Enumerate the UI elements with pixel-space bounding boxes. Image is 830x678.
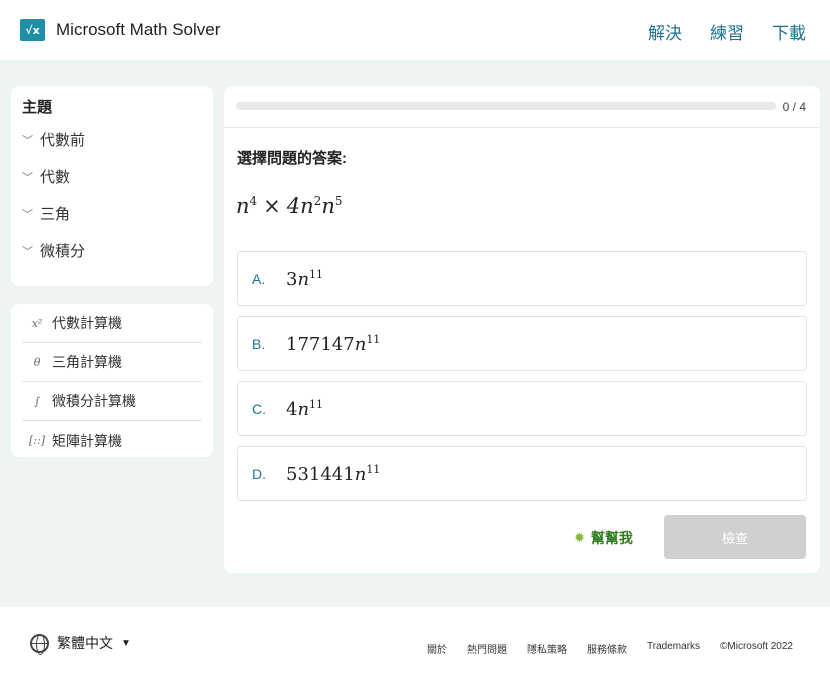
option-var: n — [354, 333, 367, 355]
divider — [224, 127, 820, 128]
answer-options: A. 3n11 B. 177147n11 C. 4n11 D. 531441n1… — [237, 251, 807, 511]
expr-term: 4n — [286, 194, 314, 218]
nav-solve[interactable]: 解決 — [648, 19, 682, 44]
option-var: n — [297, 398, 310, 420]
expr-operator: × — [263, 194, 281, 218]
answer-option-c[interactable]: C. 4n11 — [237, 381, 807, 436]
expr-exponent: 4 — [249, 194, 258, 208]
option-coef: 3 — [286, 268, 298, 290]
topic-algebra[interactable]: ﹀ 代數 — [22, 156, 202, 197]
option-letter: D. — [252, 465, 266, 482]
x-squared-icon: x² — [31, 316, 43, 330]
app-title[interactable]: Microsoft Math Solver — [56, 20, 220, 40]
tool-label: 矩陣計算機 — [52, 432, 122, 449]
footer: 繁體中文 ▼ 關於 熱門問題 隱私策略 服務條款 Trademarks ©Mic… — [0, 607, 830, 678]
topic-calculus[interactable]: ﹀ 微積分 — [22, 230, 202, 271]
topic-trigonometry[interactable]: ﹀ 三角 — [22, 193, 202, 234]
topics-title: 主題 — [22, 99, 53, 116]
language-label: 繁體中文 — [57, 635, 113, 651]
tool-label: 三角計算機 — [52, 354, 122, 370]
option-exponent: 11 — [366, 332, 381, 346]
topics-panel: 主題 ﹀ 代數前 ﹀ 代數 ﹀ 三角 ﹀ 微積分 — [11, 86, 213, 286]
expr-term: n — [321, 194, 335, 218]
topic-label: 代數前 — [40, 132, 86, 149]
footer-link-terms[interactable]: 服務條款 — [587, 641, 627, 656]
answer-option-a[interactable]: A. 3n11 — [237, 251, 807, 306]
tool-matrix-calculator[interactable]: [::] 矩陣計算機 — [22, 421, 202, 460]
footer-link-faq[interactable]: 熱門問題 — [467, 641, 507, 656]
answer-option-d[interactable]: D. 531441n11 — [237, 446, 807, 501]
option-letter: C. — [252, 400, 266, 417]
question-expression: n4 × 4n2n5 — [236, 194, 342, 218]
topic-label: 微積分 — [40, 243, 86, 260]
top-header: √x Microsoft Math Solver 解決 練習 下載 — [0, 0, 830, 60]
option-coef: 177147 — [286, 333, 355, 355]
tool-calculus-calculator[interactable]: ∫ 微積分計算機 — [22, 382, 202, 421]
tool-trig-calculator[interactable]: θ 三角計算機 — [22, 343, 202, 382]
option-coef: 531441 — [286, 463, 355, 485]
top-nav: 解決 練習 下載 — [648, 19, 806, 44]
option-coef: 4 — [286, 398, 298, 420]
option-exponent: 11 — [366, 462, 381, 476]
option-var: n — [297, 268, 310, 290]
option-exponent: 11 — [309, 267, 324, 281]
language-selector[interactable]: 繁體中文 ▼ — [30, 633, 131, 655]
footer-link-about[interactable]: 關於 — [427, 641, 447, 656]
nav-practice[interactable]: 練習 — [710, 19, 744, 44]
option-var: n — [354, 463, 367, 485]
chevron-down-icon: ﹀ — [22, 245, 33, 258]
nav-download[interactable]: 下載 — [772, 19, 806, 44]
matrix-icon: [::] — [29, 434, 45, 447]
option-exponent: 11 — [309, 397, 324, 411]
topic-label: 代數 — [40, 169, 71, 186]
answer-option-b[interactable]: B. 177147n11 — [237, 316, 807, 371]
check-button[interactable]: 檢查 — [664, 515, 806, 559]
calculators-panel: x² 代數計算機 θ 三角計算機 ∫ 微積分計算機 [::] 矩陣計算機 — [11, 304, 213, 457]
option-value: 4n11 — [286, 398, 323, 420]
footer-link-trademarks[interactable]: Trademarks — [647, 641, 700, 656]
integral-icon: ∫ — [34, 394, 40, 408]
tool-algebra-calculator[interactable]: x² 代數計算機 — [22, 304, 202, 343]
chevron-down-icon: ﹀ — [22, 171, 33, 184]
caret-down-icon: ▼ — [121, 637, 131, 649]
globe-icon — [30, 633, 49, 655]
theta-icon: θ — [33, 355, 41, 369]
option-letter: A. — [252, 270, 266, 287]
expr-term: n — [236, 194, 250, 218]
help-me-button[interactable]: ✹ 幫幫我 — [574, 528, 633, 548]
tool-label: 微積分計算機 — [52, 393, 136, 409]
chevron-down-icon: ﹀ — [22, 208, 33, 221]
topic-label: 三角 — [40, 206, 71, 223]
option-letter: B. — [252, 335, 266, 352]
question-prompt: 選擇問題的答案: — [237, 150, 347, 167]
chevron-down-icon: ﹀ — [22, 134, 33, 147]
expr-exponent: 5 — [334, 194, 343, 208]
footer-link-privacy[interactable]: 隱私策略 — [527, 641, 567, 656]
option-value: 177147n11 — [286, 333, 380, 355]
progress-bar — [236, 102, 776, 110]
math-solver-logo-icon[interactable]: √x — [20, 19, 45, 41]
quiz-card: 0 / 4 選擇問題的答案: n4 × 4n2n5 A. 3n11 B. 17714… — [224, 86, 820, 573]
option-value: 3n11 — [286, 268, 323, 290]
topic-prealgebra[interactable]: ﹀ 代數前 — [22, 119, 202, 160]
progress-counter: 0 / 4 — [782, 100, 806, 114]
help-label: 幫幫我 — [590, 530, 633, 546]
option-value: 531441n11 — [286, 463, 380, 485]
footer-links: 關於 熱門問題 隱私策略 服務條款 Trademarks ©Microsoft … — [427, 641, 793, 656]
tool-label: 代數計算機 — [52, 315, 122, 331]
lightbulb-icon: ✹ — [574, 530, 585, 545]
footer-copyright: ©Microsoft 2022 — [720, 641, 793, 652]
